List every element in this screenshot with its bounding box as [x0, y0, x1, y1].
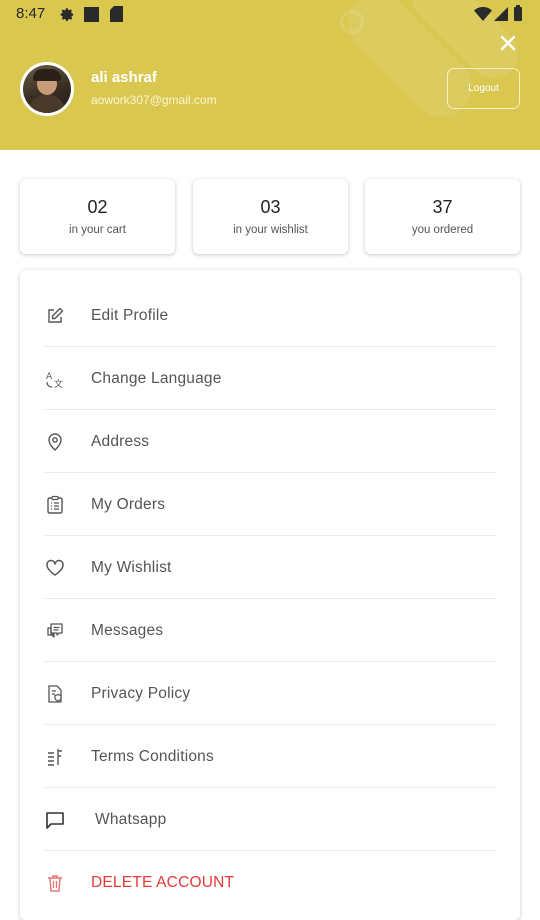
avatar[interactable]: [20, 62, 74, 116]
heart-icon: [46, 559, 64, 576]
menu-item-label: Terms Conditions: [91, 747, 214, 765]
avatar-photo: [23, 65, 71, 113]
menu-item-edit-profile[interactable]: Edit Profile: [44, 284, 496, 347]
menu-item-delete-account[interactable]: DELETE ACCOUNT: [44, 851, 496, 914]
menu-item-label: Address: [91, 432, 150, 450]
stat-label: you ordered: [411, 224, 474, 236]
status-bar: 8:47: [0, 0, 540, 30]
stat-wishlist[interactable]: 03 in your wishlist: [193, 179, 348, 254]
signal-icon: [494, 7, 508, 21]
menu-item-label: My Wishlist: [91, 558, 172, 576]
menu-item-label: DELETE ACCOUNT: [91, 873, 235, 891]
profile-header: 8:47 ali ashraf aowork307@gmail.com Logo…: [0, 0, 540, 150]
menu-item-messages[interactable]: Messages: [44, 599, 496, 662]
terms-list-icon: [48, 748, 62, 766]
menu-item-label: Messages: [91, 621, 164, 639]
square-icon: [84, 7, 99, 22]
wifi-icon: [474, 7, 492, 21]
status-time: 8:47: [16, 5, 46, 22]
menu-item-label: Privacy Policy: [91, 684, 191, 702]
logout-button[interactable]: Logout: [447, 68, 520, 109]
menu-item-privacy-policy[interactable]: Privacy Policy: [44, 662, 496, 725]
stat-label: in your cart: [69, 224, 126, 236]
edit-icon: [48, 307, 64, 323]
stat-value: 03: [260, 197, 281, 217]
menu-item-label: Whatsapp: [95, 810, 167, 828]
translate-icon: A 文: [46, 372, 63, 389]
menu-item-terms-conditions[interactable]: Terms Conditions: [44, 725, 496, 788]
stat-orders[interactable]: 37 you ordered: [365, 179, 520, 254]
chat-bubbles-icon: [47, 622, 63, 638]
menu-item-label: Edit Profile: [91, 306, 169, 324]
menu-card: Edit Profile A 文 Change Language Address…: [20, 270, 520, 920]
menu-item-my-orders[interactable]: My Orders: [44, 473, 496, 536]
stat-value: 02: [87, 197, 108, 217]
stat-label: in your wishlist: [233, 224, 308, 236]
user-email: aowork307@gmail.com: [91, 93, 217, 107]
menu-item-whatsapp[interactable]: Whatsapp: [44, 788, 496, 851]
menu-item-address[interactable]: Address: [44, 410, 496, 473]
trash-icon: [48, 874, 62, 892]
stat-value: 37: [432, 197, 453, 217]
close-icon[interactable]: [498, 33, 518, 53]
menu-item-label: My Orders: [91, 495, 166, 513]
message-square-icon: [46, 811, 64, 829]
orders-list-icon: [47, 495, 63, 514]
settings-icon: [60, 8, 74, 21]
menu-item-change-language[interactable]: A 文 Change Language: [44, 347, 496, 410]
privacy-document-icon: [48, 684, 62, 703]
svg-text:文: 文: [54, 378, 63, 389]
stat-cart[interactable]: 02 in your cart: [20, 179, 175, 254]
user-name: ali ashraf: [91, 69, 157, 86]
menu-item-my-wishlist[interactable]: My Wishlist: [44, 536, 496, 599]
sd-card-icon: [110, 6, 123, 22]
location-pin-icon: [48, 432, 62, 451]
menu-item-label: Change Language: [91, 369, 222, 387]
battery-icon: [514, 5, 522, 21]
svg-text:A: A: [46, 372, 53, 382]
